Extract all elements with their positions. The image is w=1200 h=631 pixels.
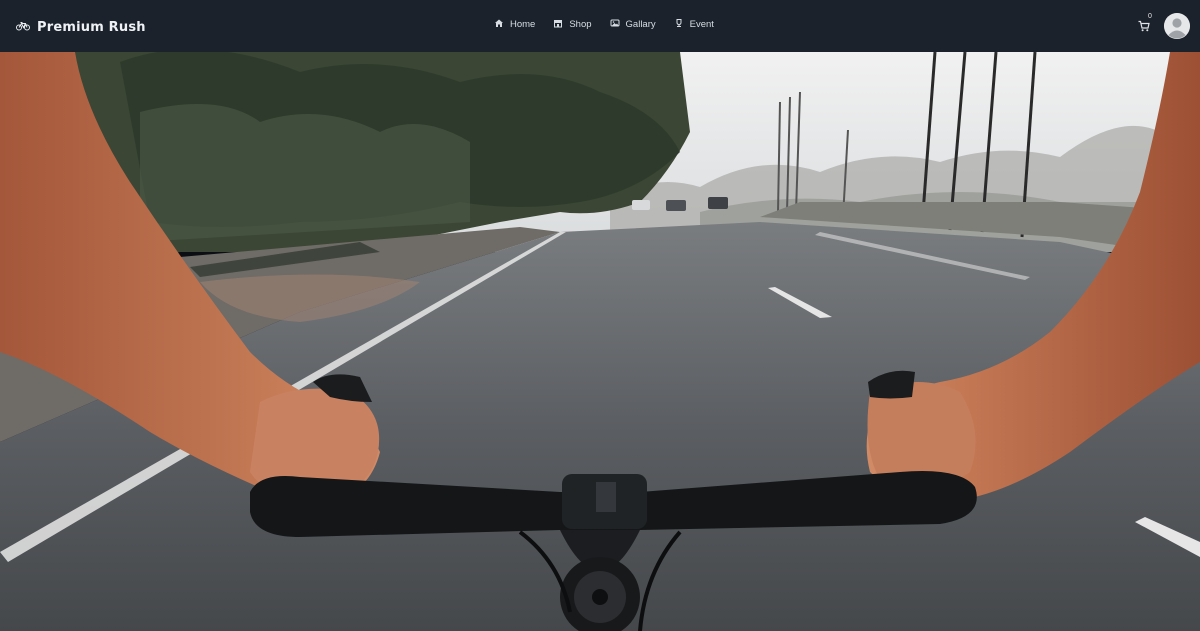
nav-gallary[interactable]: Gallary — [610, 18, 656, 31]
nav-home-label: Home — [510, 19, 536, 30]
brand[interactable]: Premium Rush — [16, 16, 146, 38]
nav-shop-label: Shop — [569, 19, 592, 30]
cart-icon — [1138, 19, 1150, 36]
nav-right: 0 — [1138, 11, 1190, 41]
nav-shop[interactable]: Shop — [553, 18, 592, 31]
bicycle-icon — [16, 18, 30, 36]
hero-scene — [0, 52, 1200, 631]
top-navbar: Premium Rush Home Shop Gallary Event 0 — [0, 0, 1200, 52]
store-icon — [553, 18, 563, 31]
nav-event-label: Event — [689, 19, 714, 30]
main-nav: Home Shop Gallary Event — [494, 18, 714, 31]
cart-count: 0 — [1148, 13, 1152, 20]
nav-event[interactable]: Event — [674, 18, 714, 31]
user-avatar-icon[interactable] — [1164, 13, 1190, 39]
cart-button[interactable]: 0 — [1138, 13, 1152, 36]
hero-video — [0, 52, 1200, 631]
image-icon — [610, 18, 620, 31]
trophy-icon — [674, 18, 684, 31]
nav-home[interactable]: Home — [494, 18, 535, 31]
nav-gallary-label: Gallary — [625, 19, 656, 30]
home-icon — [494, 18, 504, 31]
brand-name: Premium Rush — [37, 19, 146, 35]
